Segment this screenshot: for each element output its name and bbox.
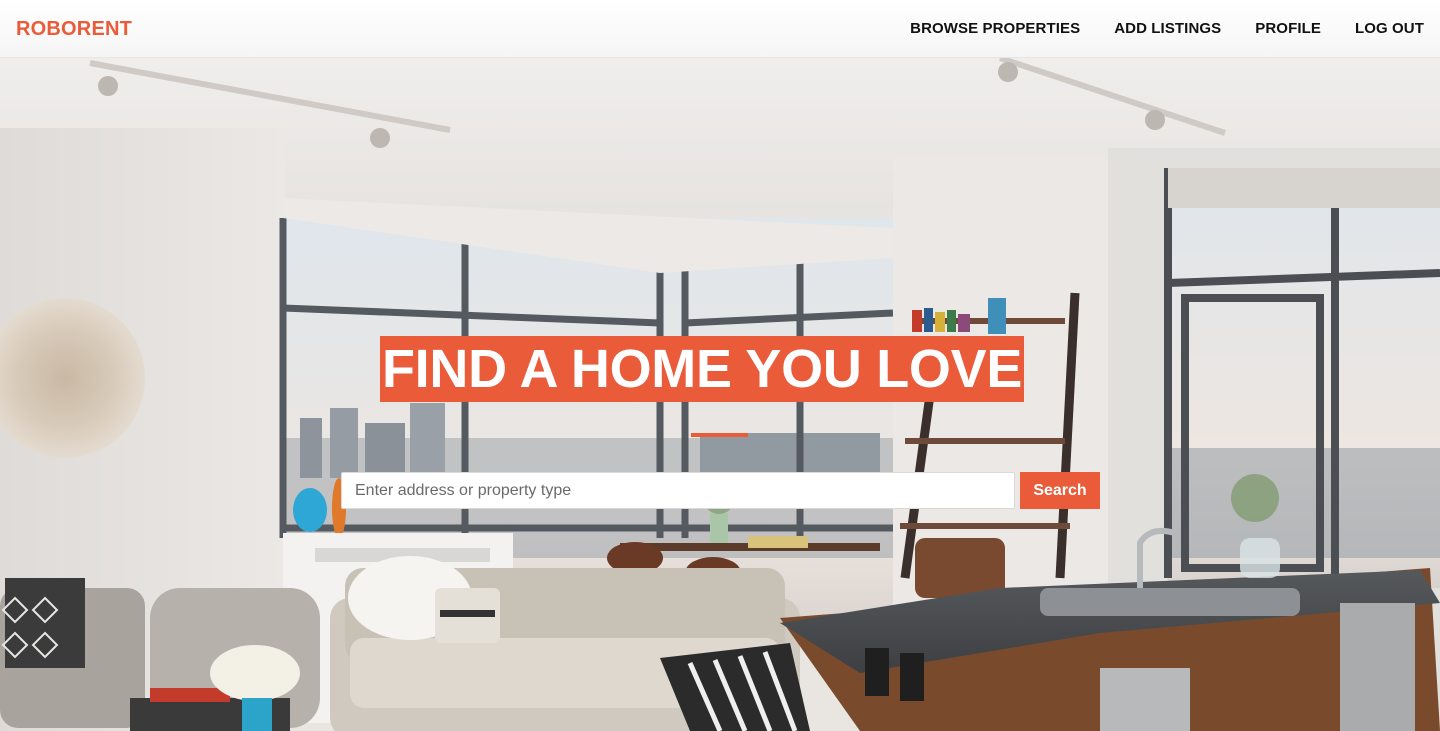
top-navbar: ROBORENT BROWSE PROPERTIES ADD LISTINGS … <box>0 0 1440 58</box>
nav-menu: BROWSE PROPERTIES ADD LISTINGS PROFILE L… <box>910 20 1424 37</box>
search-button[interactable]: Search <box>1020 472 1100 509</box>
title-divider <box>691 433 748 437</box>
nav-add-listings[interactable]: ADD LISTINGS <box>1114 20 1221 37</box>
nav-log-out[interactable]: LOG OUT <box>1355 20 1424 37</box>
brand-logo[interactable]: ROBORENT <box>16 18 132 41</box>
search-bar: Search <box>341 472 1100 509</box>
search-input[interactable] <box>341 472 1015 509</box>
nav-browse-properties[interactable]: BROWSE PROPERTIES <box>910 20 1080 37</box>
nav-profile[interactable]: PROFILE <box>1255 20 1321 37</box>
hero-section: FIND A HOME YOU LOVE Search <box>0 58 1440 731</box>
hero-title: FIND A HOME YOU LOVE <box>380 336 1025 402</box>
